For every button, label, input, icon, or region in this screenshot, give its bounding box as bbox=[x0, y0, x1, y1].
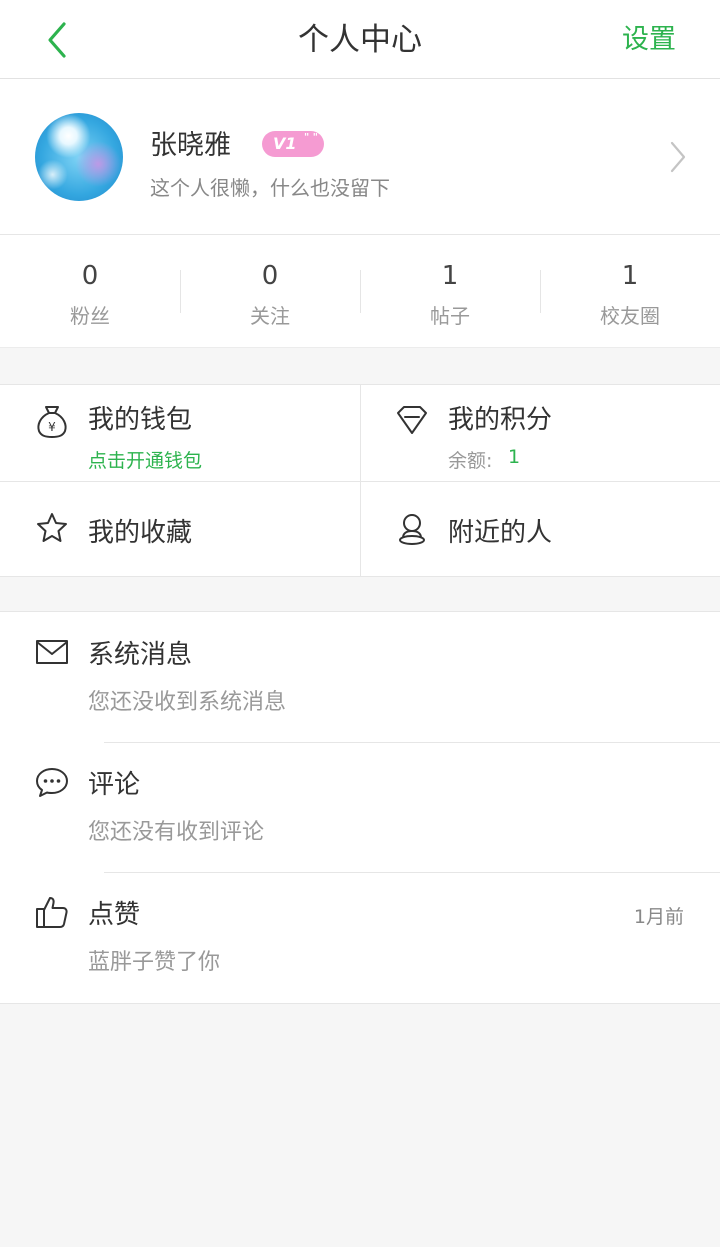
stat-label: 校友圈 bbox=[600, 304, 660, 328]
message-time: 1月前 bbox=[633, 906, 684, 928]
stat-value: 1 bbox=[621, 261, 639, 291]
favorites-title: 我的收藏 bbox=[88, 518, 193, 548]
stat-value: 0 bbox=[81, 261, 99, 291]
level-badge: V1 " " bbox=[262, 131, 324, 157]
message-list: 系统消息 您还没收到系统消息 评论 您还没有收到评论 点赞 1月前 蓝胖子赞了你 bbox=[0, 611, 720, 1004]
message-title: 点赞 bbox=[88, 900, 141, 930]
favorites-entry[interactable]: 我的收藏 bbox=[0, 482, 360, 578]
message-preview: 您还没收到系统消息 bbox=[88, 690, 287, 715]
profile-card[interactable]: 张晓雅 V1 " " 这个人很懒，什么也没留下 bbox=[0, 79, 720, 235]
chevron-right-icon[interactable] bbox=[668, 139, 688, 175]
message-title: 系统消息 bbox=[88, 640, 193, 670]
stat-alumni-circle[interactable]: 1 校友圈 bbox=[540, 235, 720, 347]
points-balance-label: 余额: bbox=[448, 450, 493, 472]
settings-button[interactable]: 设置 bbox=[622, 0, 676, 78]
stat-fans[interactable]: 0 粉丝 bbox=[0, 235, 180, 347]
message-system[interactable]: 系统消息 您还没收到系统消息 bbox=[0, 612, 720, 742]
gem-icon bbox=[394, 403, 430, 439]
wallet-entry[interactable]: ¥ 我的钱包 点击开通钱包 bbox=[0, 385, 360, 481]
nav-bar: 个人中心 设置 bbox=[0, 0, 720, 79]
wallet-subtitle[interactable]: 点击开通钱包 bbox=[88, 446, 202, 473]
stat-value: 0 bbox=[261, 261, 279, 291]
stat-label: 粉丝 bbox=[70, 304, 110, 328]
person-pin-icon bbox=[394, 510, 430, 546]
stat-following[interactable]: 0 关注 bbox=[180, 235, 360, 347]
level-badge-text: V1 bbox=[273, 134, 297, 153]
nearby-people-entry[interactable]: 附近的人 bbox=[360, 482, 720, 578]
wallet-title: 我的钱包 bbox=[88, 405, 193, 435]
points-balance-value: 1 bbox=[508, 446, 521, 468]
nearby-title: 附近的人 bbox=[448, 518, 553, 548]
points-entry[interactable]: 我的积分 余额: 1 bbox=[360, 385, 720, 481]
profile-name: 张晓雅 bbox=[150, 130, 231, 161]
badge-sparkle-icon: " " bbox=[304, 132, 318, 143]
chat-bubble-icon bbox=[34, 764, 70, 800]
stat-posts[interactable]: 1 帖子 bbox=[360, 235, 540, 347]
message-preview: 蓝胖子赞了你 bbox=[88, 950, 221, 975]
page-title: 个人中心 bbox=[298, 22, 422, 58]
message-title: 评论 bbox=[88, 770, 141, 800]
star-icon bbox=[34, 510, 70, 546]
svg-text:¥: ¥ bbox=[48, 420, 56, 434]
message-comments[interactable]: 评论 您还没有收到评论 bbox=[0, 742, 720, 872]
thumbs-up-icon bbox=[34, 894, 70, 930]
stat-value: 1 bbox=[441, 261, 459, 291]
message-preview: 您还没有收到评论 bbox=[88, 820, 265, 845]
feature-grid: ¥ 我的钱包 点击开通钱包 我的积分 余额: 1 我的收藏 附近的人 bbox=[0, 384, 720, 577]
stats-row: 0 粉丝 0 关注 1 帖子 1 校友圈 bbox=[0, 235, 720, 348]
stat-label: 帖子 bbox=[430, 304, 470, 328]
message-likes[interactable]: 点赞 1月前 蓝胖子赞了你 bbox=[0, 872, 720, 1002]
profile-signature: 这个人很懒，什么也没留下 bbox=[150, 176, 390, 200]
envelope-icon bbox=[34, 634, 70, 670]
avatar[interactable] bbox=[35, 113, 123, 201]
money-bag-icon: ¥ bbox=[34, 403, 70, 439]
stat-label: 关注 bbox=[250, 304, 290, 328]
points-title: 我的积分 bbox=[448, 405, 553, 435]
